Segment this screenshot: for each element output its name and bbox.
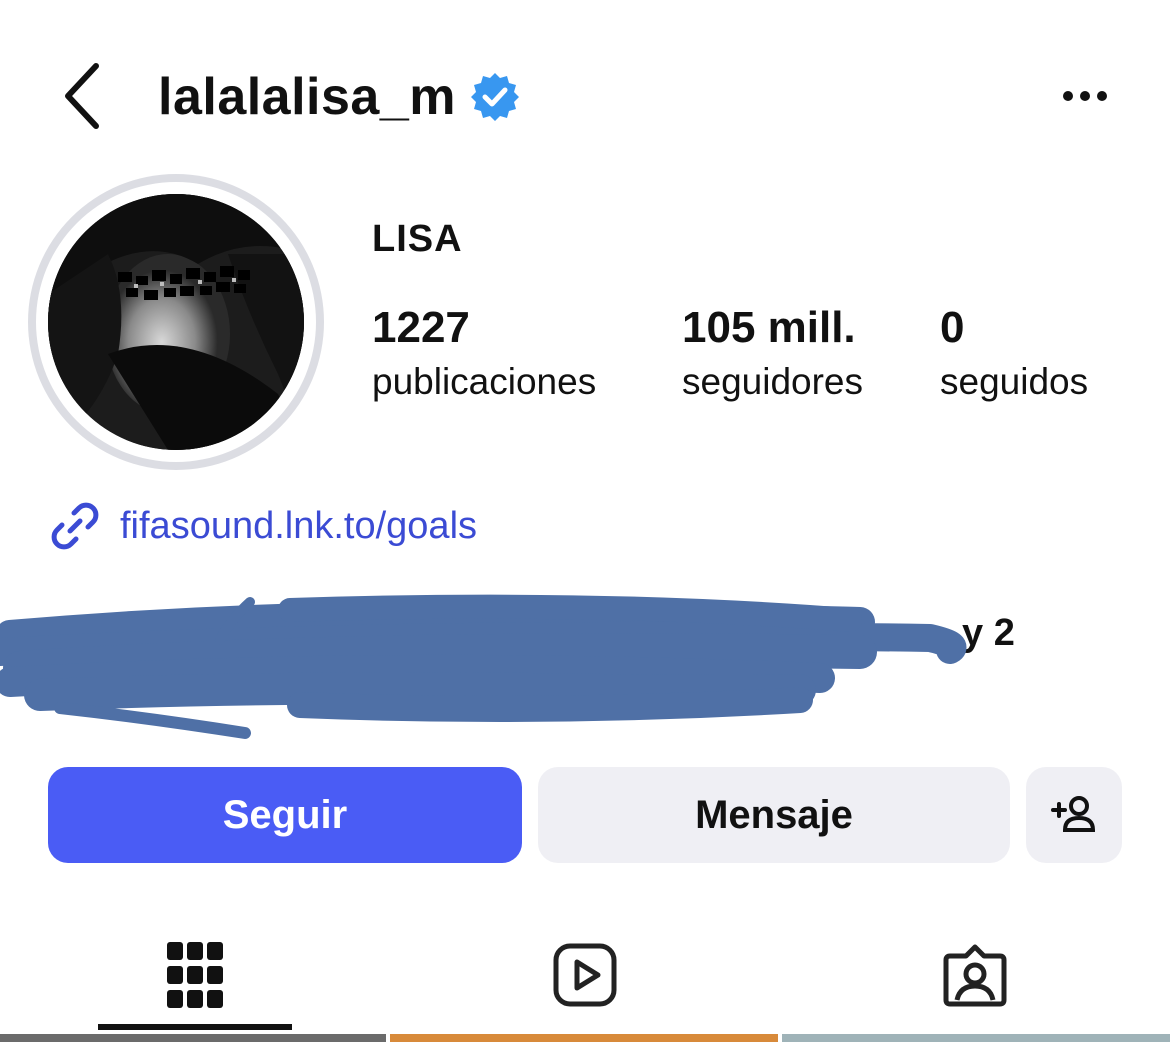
stat-followers[interactable]: 105 mill. seguidores: [682, 300, 863, 408]
stat-posts-value: 1227: [372, 303, 470, 352]
post-thumbnail[interactable]: [782, 1034, 1170, 1042]
stat-followers-label: seguidores: [682, 361, 864, 402]
username: lalalalisa_m: [158, 68, 456, 126]
add-user-icon: [1051, 796, 1096, 832]
link-icon: [51, 502, 99, 550]
tab-posts-grid[interactable]: [98, 920, 292, 1030]
add-user-button[interactable]: [1026, 767, 1122, 863]
tab-reels[interactable]: [488, 920, 682, 1030]
back-button[interactable]: [52, 56, 112, 136]
follow-button[interactable]: Seguir: [48, 767, 522, 863]
post-thumbnail[interactable]: [390, 1034, 778, 1042]
stat-posts-label: publicaciones: [372, 361, 597, 402]
avatar-image: [48, 194, 304, 450]
grid-icon: [167, 942, 223, 1008]
reels-icon: [553, 943, 617, 1007]
avatar[interactable]: [48, 194, 304, 450]
stat-posts[interactable]: 1227 publicaciones: [372, 300, 596, 408]
more-options-button[interactable]: [1050, 78, 1120, 114]
tab-tagged[interactable]: [878, 920, 1072, 1030]
profile-link-text: fifasound.lnk.to/goals: [120, 504, 478, 547]
stat-following[interactable]: 0 seguidos: [940, 300, 1088, 408]
username-row: lalalalisa_m: [158, 62, 522, 132]
display-name: LISA: [372, 218, 463, 260]
stat-following-label: seguidos: [940, 361, 1089, 402]
selected-tab-indicator: [98, 1024, 292, 1030]
post-thumbnail[interactable]: [0, 1034, 386, 1042]
message-button[interactable]: Mensaje: [538, 767, 1010, 863]
stat-followers-value: 105 mill.: [682, 303, 856, 352]
profile-link[interactable]: fifasound.lnk.to/goals: [48, 498, 477, 554]
stat-following-value: 0: [940, 303, 965, 352]
verified-badge-icon: [471, 73, 519, 121]
chevron-left-icon: [65, 63, 99, 129]
redaction-scribble: [0, 594, 967, 739]
tagged-icon: [943, 944, 1007, 1007]
more-horizontal-icon: [1063, 91, 1107, 101]
